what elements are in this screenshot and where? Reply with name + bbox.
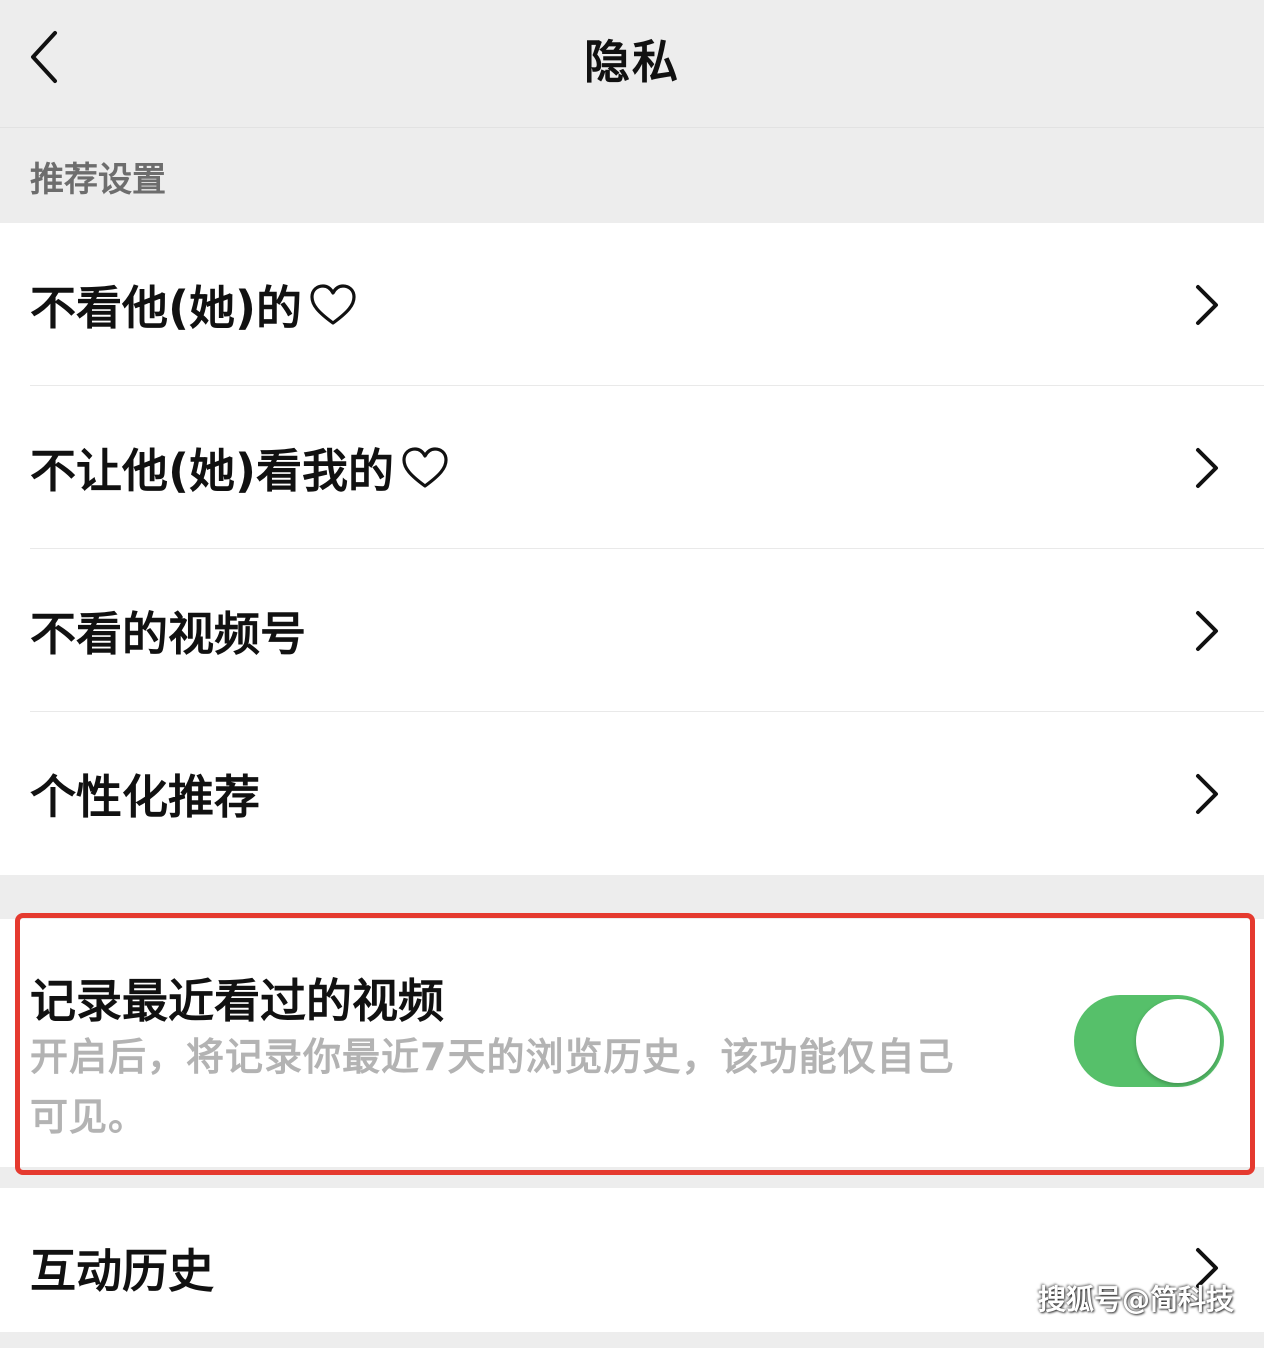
row-personalized-recommendation[interactable]: 个性化推荐 [0,712,1264,875]
record-setting-description: 开启后，将记录你最近7天的浏览历史，该功能仅自己可见。 [30,1035,955,1139]
nav-bar: 隐私 [0,0,1264,128]
heart-icon [308,283,358,327]
page-title: 隐私 [584,35,680,89]
chevron-right-icon [1190,609,1224,653]
row-blocked-channels[interactable]: 不看的视频号 [0,549,1264,712]
row-label: 互动历史 [30,1244,214,1298]
row-not-let-them-see[interactable]: 不让他(她)看我的 [0,386,1264,549]
toggle-knob [1136,999,1220,1083]
watermark: 搜狐号@简科技 [1037,1283,1234,1316]
record-history-toggle[interactable] [1074,995,1224,1087]
row-interaction-history[interactable]: 互动历史 [0,1188,1264,1348]
row-not-see-their[interactable]: 不看他(她)的 [0,223,1264,386]
chevron-right-icon [1190,772,1224,816]
row-label: 不看他(她)的 [30,280,303,335]
section-header: 推荐设置 [30,160,166,200]
heart-icon [400,446,450,490]
row-label: 不看的视频号 [30,606,306,661]
row-label: 个性化推荐 [30,769,260,824]
chevron-right-icon [1190,283,1224,327]
row-label: 不让他(她)看我的 [30,443,395,498]
recommend-settings-group: 不看他(她)的 不让他(她)看我的 不看的视频号 个性化推荐 [0,223,1264,875]
chevron-right-icon [1190,446,1224,490]
record-setting-title: 记录最近看过的视频 [30,974,444,1028]
record-history-group: 记录最近看过的视频 开启后，将记录你最近7天的浏览历史，该功能仅自己可见。 [0,919,1264,1167]
